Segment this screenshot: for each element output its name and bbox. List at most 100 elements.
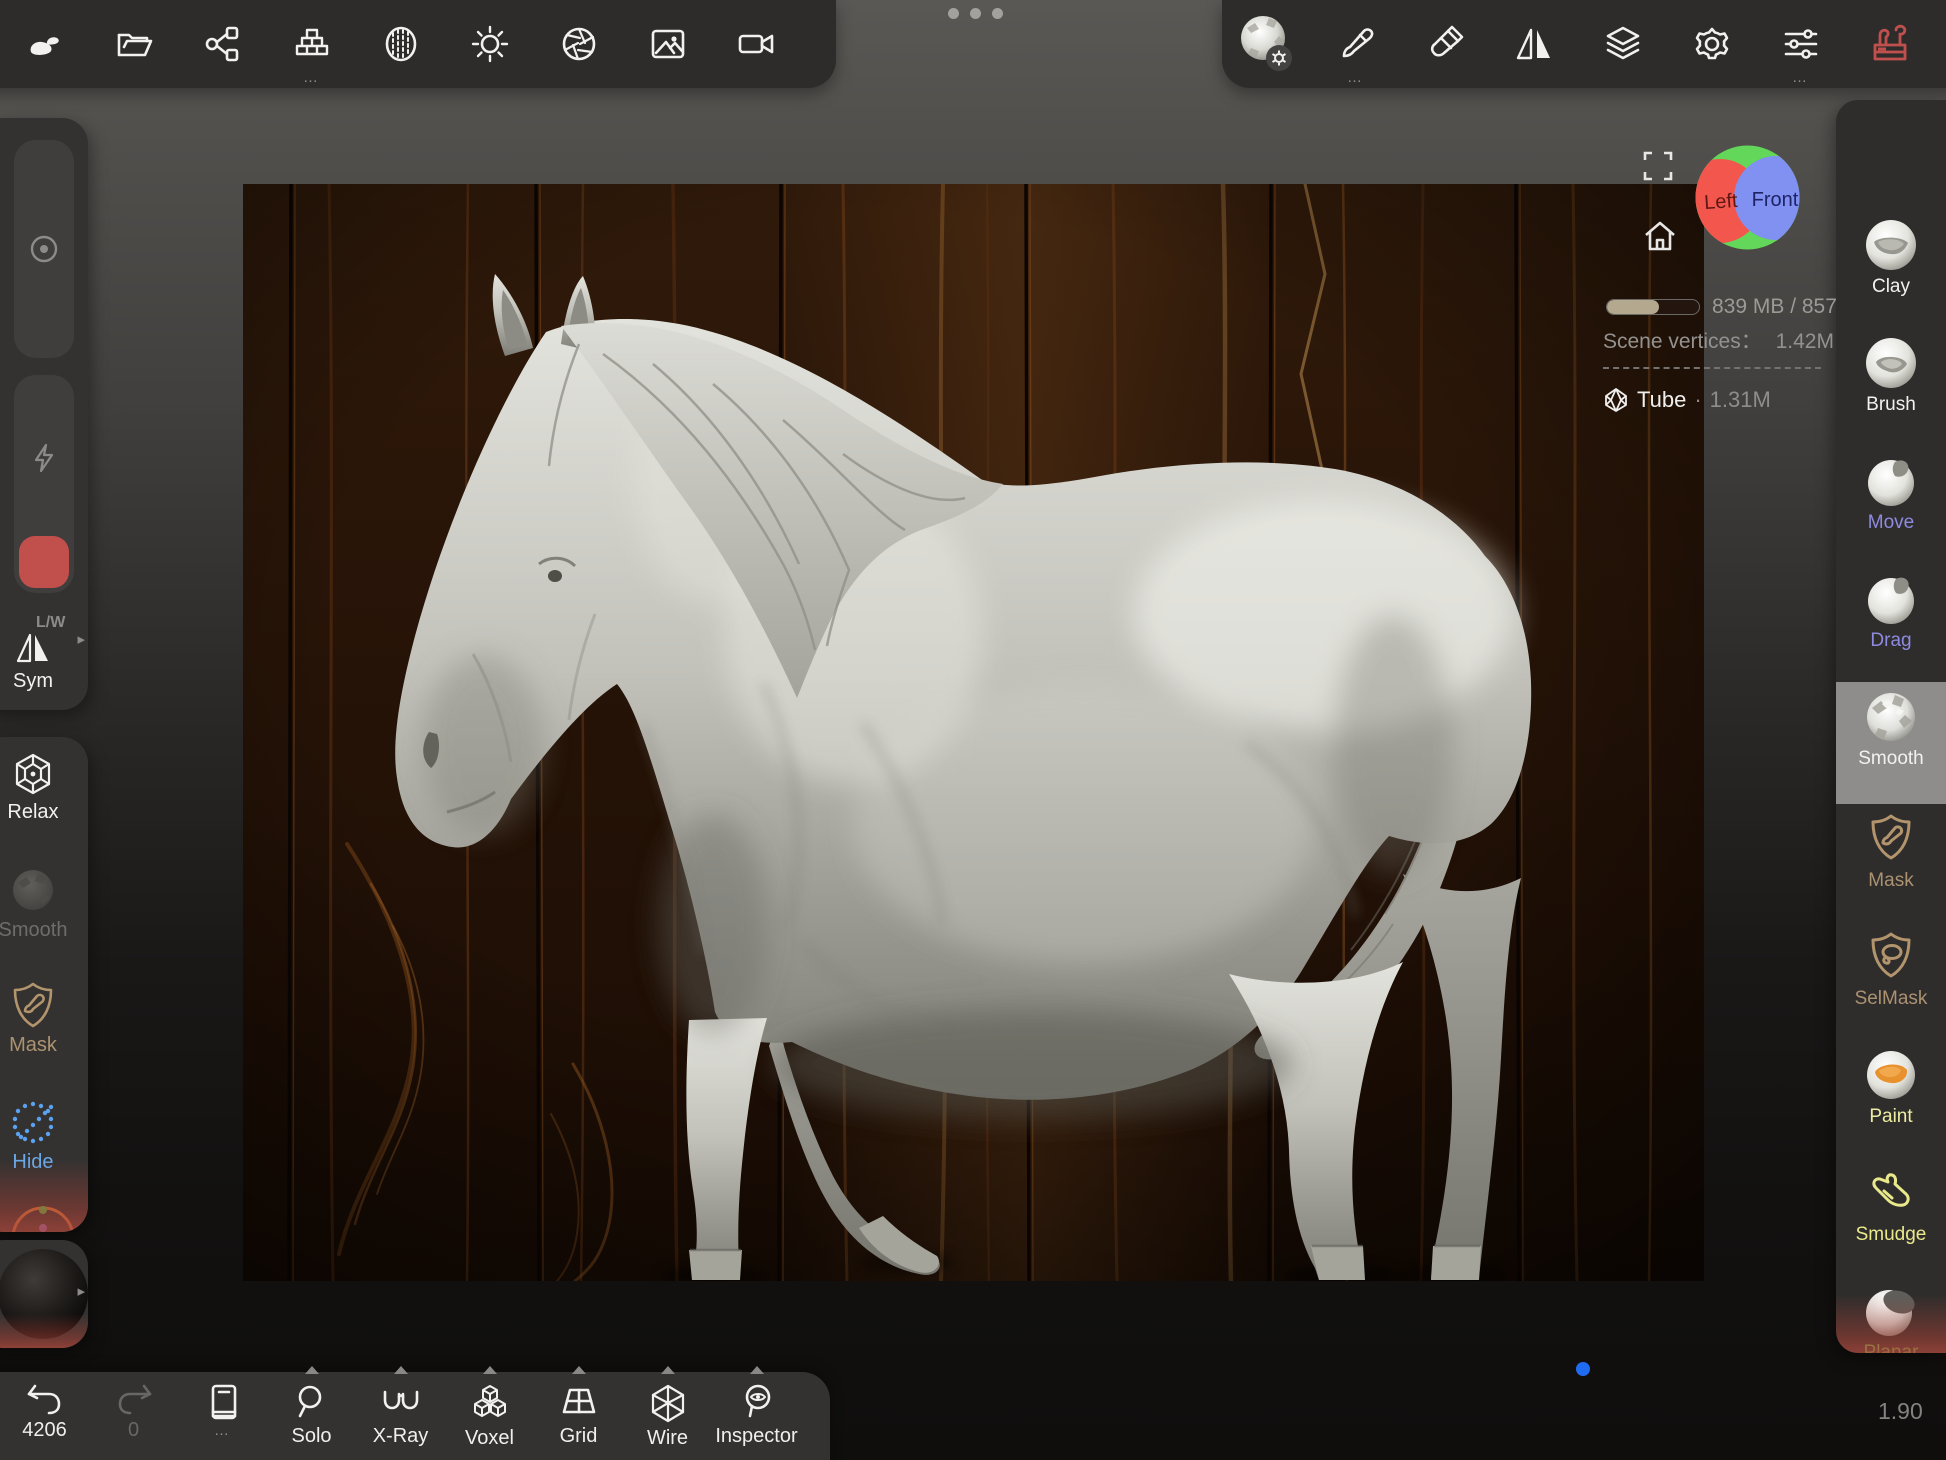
window-menu-dots[interactable] — [948, 8, 1003, 19]
voxel-cubes-icon — [469, 1382, 511, 1424]
fullscreen-button[interactable] — [1641, 149, 1675, 183]
brush-sliders-panel: L/W ▸ Sym — [0, 118, 88, 710]
caret-up-icon[interactable] — [305, 1366, 319, 1374]
image-icon — [647, 23, 689, 65]
background-image-button[interactable] — [623, 0, 712, 88]
sym-label: Sym — [0, 670, 88, 693]
memory-usage-bar — [1606, 299, 1700, 315]
lighting-button[interactable] — [445, 0, 534, 88]
tool-hide[interactable]: Hide — [0, 1097, 88, 1174]
mask-shield-icon — [1862, 810, 1920, 868]
toggle-inspector[interactable]: Inspector — [712, 1372, 801, 1460]
gizmo-partial-icon[interactable] — [8, 1202, 78, 1232]
material-sphere[interactable] — [0, 1247, 88, 1341]
sidebar-tool-clay[interactable]: Clay — [1836, 210, 1946, 328]
settings-button[interactable] — [1667, 0, 1756, 88]
sidebar-tool-move[interactable]: Move — [1836, 446, 1946, 564]
active-tool-preview-button[interactable] — [1222, 0, 1311, 88]
undo-count: 4206 — [0, 1419, 89, 1442]
sun-icon — [469, 23, 511, 65]
tool-sidebar: Clay Brush Move Drag — [1836, 100, 1946, 1353]
interface-settings-button[interactable]: … — [1756, 0, 1845, 88]
caret-up-icon[interactable] — [572, 1366, 586, 1374]
memory-usage-fill — [1607, 300, 1659, 314]
sidebar-tool-brush[interactable]: Brush — [1836, 328, 1946, 446]
xray-glasses-icon — [379, 1382, 423, 1422]
redo-button[interactable]: 0 — [89, 1372, 178, 1460]
tool-mask-left[interactable]: Mask — [0, 980, 88, 1057]
caret-up-icon[interactable] — [750, 1366, 764, 1374]
toggle-label: X-Ray — [356, 1425, 445, 1448]
caret-up-icon[interactable] — [483, 1366, 497, 1374]
material-stack-button[interactable]: … — [267, 0, 356, 88]
toolbox-button[interactable] — [1845, 0, 1934, 88]
sidebar-tool-drag[interactable]: Drag — [1836, 564, 1946, 682]
postprocess-button[interactable] — [534, 0, 623, 88]
sidebar-tool-smooth[interactable]: Smooth — [1836, 682, 1946, 804]
sidebar-tool-label: Smooth — [1836, 748, 1946, 770]
sidebar-tool-paint[interactable]: Paint — [1836, 1040, 1946, 1158]
matcap-sphere-icon — [380, 23, 422, 65]
selected-object-row[interactable]: Tube · 1.31M — [1603, 387, 1771, 413]
material-expand-arrow[interactable]: ▸ — [77, 1282, 85, 1300]
toggle-solo[interactable]: Solo — [267, 1372, 356, 1460]
smooth-ball-icon — [1862, 688, 1920, 746]
more-dots: … — [178, 1426, 267, 1436]
nav-left-label[interactable]: Left — [1703, 190, 1738, 214]
sidebar-tool-smudge[interactable]: Smudge — [1836, 1158, 1946, 1276]
sidebar-tool-mask[interactable]: Mask — [1836, 804, 1946, 922]
toggle-label: Wire — [623, 1427, 712, 1450]
more-dots: … — [303, 74, 320, 82]
mirror-icon — [1513, 23, 1555, 65]
more-dots: … — [1792, 74, 1809, 82]
history-button[interactable]: … — [178, 1372, 267, 1460]
tool-relax[interactable]: Relax — [0, 751, 88, 824]
inspector-icon — [736, 1382, 778, 1422]
scene-graph-button[interactable] — [178, 0, 267, 88]
layers-button[interactable] — [1578, 0, 1667, 88]
sidebar-tool-label: Brush — [1836, 394, 1946, 416]
toggle-label: Inspector — [712, 1425, 801, 1448]
app-logo-button[interactable] — [0, 0, 89, 88]
sidebar-tool-label: Smudge — [1836, 1224, 1946, 1246]
caret-up-icon[interactable] — [661, 1366, 675, 1374]
folder-icon — [113, 23, 155, 65]
sidebar-tool-planar[interactable]: Planar — [1836, 1276, 1946, 1353]
nomad-logo-icon — [23, 22, 67, 66]
intensity-slider[interactable] — [14, 375, 74, 593]
more-dots: … — [1347, 74, 1364, 82]
nav-front-label[interactable]: Front — [1752, 189, 1799, 211]
camera-button[interactable] — [712, 0, 801, 88]
scene-vertices-text: Scene vertices： 1.42M — [1603, 325, 1834, 355]
navigation-sphere[interactable]: Left Front — [1694, 144, 1801, 251]
planar-ball-icon — [1862, 1282, 1920, 1340]
caret-up-icon[interactable] — [394, 1366, 408, 1374]
toggle-xray[interactable]: X-Ray — [356, 1372, 445, 1460]
radius-slider[interactable] — [14, 140, 74, 358]
stroke-settings-button[interactable]: … — [1311, 0, 1400, 88]
toggle-wire[interactable]: Wire — [623, 1372, 712, 1460]
home-view-button[interactable] — [1642, 219, 1678, 253]
symmetry-button[interactable] — [1489, 0, 1578, 88]
sym-button[interactable]: Sym — [0, 630, 88, 693]
home-icon — [1642, 219, 1678, 253]
tool-smooth-left[interactable]: Smooth — [0, 865, 88, 942]
horse-model[interactable] — [243, 184, 1704, 1281]
matcap-button[interactable] — [356, 0, 445, 88]
fullscreen-icon — [1641, 149, 1675, 183]
material-panel: ▸ — [0, 1240, 88, 1348]
sidebar-tool-label: Drag — [1836, 630, 1946, 652]
open-file-button[interactable] — [89, 0, 178, 88]
undo-icon — [25, 1382, 65, 1416]
sidebar-tool-label: Planar — [1836, 1342, 1946, 1353]
painting-button[interactable] — [1400, 0, 1489, 88]
sculpt-viewport[interactable] — [243, 184, 1704, 1281]
undo-button[interactable]: 4206 — [0, 1372, 89, 1460]
sidebar-tool-label: Mask — [1836, 870, 1946, 892]
redo-icon — [114, 1382, 154, 1416]
toggle-voxel[interactable]: Voxel — [445, 1372, 534, 1460]
sidebar-tool-selmask[interactable]: SelMask — [1836, 922, 1946, 1040]
object-vertex-count: 1.31M — [1710, 387, 1771, 413]
toggle-grid[interactable]: Grid — [534, 1372, 623, 1460]
material-stack-icon — [290, 24, 334, 64]
